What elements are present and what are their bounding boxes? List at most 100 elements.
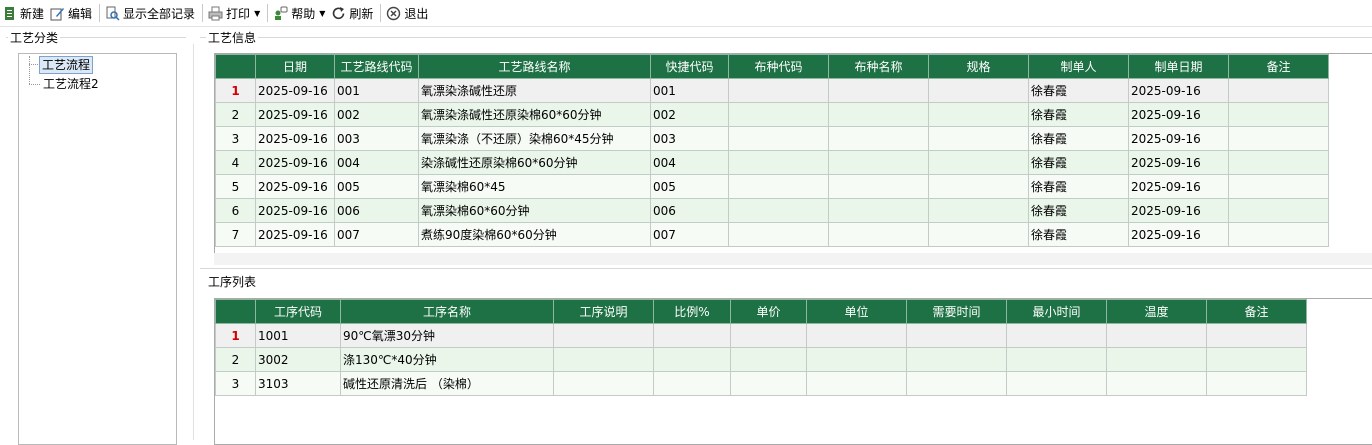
column-header[interactable]: 制单人 (1028, 54, 1129, 79)
column-header[interactable]: 日期 (255, 54, 335, 79)
cell-cloth-name[interactable] (828, 222, 929, 247)
tree-item-process-flow[interactable]: 工艺流程 (39, 56, 94, 74)
cell-maker[interactable]: 徐春霞 (1028, 222, 1129, 247)
cell-cloth-name[interactable] (828, 102, 929, 127)
cell-maker[interactable]: 徐春霞 (1028, 198, 1129, 223)
route-row[interactable]: 6 2025-09-16 006 氧漂染棉60*60分钟 006 徐春霞 2025-09-1… (215, 198, 1329, 223)
chevron-down-icon[interactable]: ▼ (254, 9, 260, 18)
column-header[interactable]: 工艺路线名称 (418, 54, 651, 79)
column-header[interactable]: 比例% (653, 299, 731, 324)
chevron-down-icon[interactable]: ▼ (319, 9, 325, 18)
help-button[interactable]: 帮助 ▼ (271, 2, 328, 24)
cell-make-date[interactable]: 2025-09-16 (1128, 126, 1229, 151)
cell-code[interactable]: 007 (334, 222, 419, 247)
column-header[interactable]: 制单日期 (1128, 54, 1229, 79)
cell-date[interactable]: 2025-09-16 (255, 102, 335, 127)
route-grid-scroll-area[interactable] (214, 253, 1372, 265)
cell-name[interactable]: 煮练90度染棉60*60分钟 (418, 222, 651, 247)
process-row[interactable]: 3 3103 碱性还原清洗后 （染棉） (215, 371, 1307, 396)
cell-note[interactable] (1228, 150, 1329, 175)
column-header[interactable]: 快捷代码 (650, 54, 729, 79)
cell-unit[interactable] (806, 347, 907, 372)
cell-maker[interactable]: 徐春霞 (1028, 150, 1129, 175)
column-header[interactable]: 温度 (1106, 299, 1207, 324)
row-number[interactable]: 4 (215, 150, 256, 175)
cell-ratio[interactable] (653, 371, 731, 396)
column-header[interactable]: 需要时间 (906, 299, 1007, 324)
cell-temp[interactable] (1106, 371, 1207, 396)
print-button[interactable]: 打印 ▼ (206, 2, 263, 24)
column-header[interactable]: 工艺路线代码 (334, 54, 419, 79)
cell-maker[interactable]: 徐春霞 (1028, 126, 1129, 151)
cell-name[interactable]: 染涤碱性还原染棉60*60分钟 (418, 150, 651, 175)
column-header[interactable]: 单位 (806, 299, 907, 324)
cell-code[interactable]: 004 (334, 150, 419, 175)
row-number[interactable]: 1 (215, 323, 256, 348)
cell-code[interactable]: 3103 (255, 371, 341, 396)
route-row[interactable]: 7 2025-09-16 007 煮练90度染棉60*60分钟 007 徐春霞 2025-0… (215, 222, 1329, 247)
cell-note[interactable] (1206, 371, 1307, 396)
column-header[interactable] (215, 54, 256, 79)
panel-splitter[interactable] (193, 44, 194, 440)
route-row[interactable]: 3 2025-09-16 003 氧漂染涤（不还原）染棉60*45分钟 003 徐春霞 20… (215, 126, 1329, 151)
cell-date[interactable]: 2025-09-16 (255, 150, 335, 175)
cell-name[interactable]: 氧漂染涤碱性还原染棉60*60分钟 (418, 102, 651, 127)
cell-note[interactable] (1228, 198, 1329, 223)
column-header[interactable]: 布种代码 (728, 54, 829, 79)
row-number[interactable]: 3 (215, 126, 256, 151)
tree-item-process-flow-2[interactable]: 工艺流程2 (41, 76, 101, 92)
cell-make-date[interactable]: 2025-09-16 (1128, 198, 1229, 223)
column-header[interactable]: 规格 (928, 54, 1029, 79)
cell-temp[interactable] (1106, 347, 1207, 372)
new-button[interactable]: 新建 (0, 2, 47, 24)
cell-maker[interactable]: 徐春霞 (1028, 102, 1129, 127)
cell-name[interactable]: 碱性还原清洗后 （染棉） (340, 371, 554, 396)
cell-min-time[interactable] (1006, 323, 1107, 348)
row-number[interactable]: 3 (215, 371, 256, 396)
cell-need-time[interactable] (906, 323, 1007, 348)
cell-name[interactable]: 氧漂染棉60*45 (418, 174, 651, 199)
cell-ratio[interactable] (653, 347, 731, 372)
cell-note[interactable] (1228, 102, 1329, 127)
cell-code[interactable]: 1001 (255, 323, 341, 348)
cell-desc[interactable] (553, 323, 654, 348)
cell-quick[interactable]: 006 (650, 198, 729, 223)
exit-button[interactable]: 退出 (384, 2, 431, 24)
cell-quick[interactable]: 001 (650, 78, 729, 103)
route-row[interactable]: 1 2025-09-16 001 氧漂染涤碱性还原 001 徐春霞 2025-09-16 (215, 78, 1329, 103)
cell-cloth-code[interactable] (728, 222, 829, 247)
cell-name[interactable]: 涤130℃*40分钟 (340, 347, 554, 372)
cell-cloth-name[interactable] (828, 78, 929, 103)
row-number[interactable]: 2 (215, 102, 256, 127)
row-number[interactable]: 6 (215, 198, 256, 223)
cell-code[interactable]: 3002 (255, 347, 341, 372)
cell-name[interactable]: 氧漂染棉60*60分钟 (418, 198, 651, 223)
cell-code[interactable]: 003 (334, 126, 419, 151)
route-row[interactable]: 4 2025-09-16 004 染涤碱性还原染棉60*60分钟 004 徐春霞 2025-… (215, 150, 1329, 175)
cell-spec[interactable] (928, 102, 1029, 127)
cell-make-date[interactable]: 2025-09-16 (1128, 222, 1229, 247)
process-row[interactable]: 2 3002 涤130℃*40分钟 (215, 347, 1307, 372)
column-header[interactable] (215, 299, 256, 324)
column-header[interactable]: 工序名称 (340, 299, 554, 324)
column-header[interactable]: 备注 (1228, 54, 1329, 79)
cell-price[interactable] (730, 347, 807, 372)
cell-name[interactable]: 氧漂染涤（不还原）染棉60*45分钟 (418, 126, 651, 151)
cell-note[interactable] (1228, 174, 1329, 199)
cell-quick[interactable]: 005 (650, 174, 729, 199)
cell-date[interactable]: 2025-09-16 (255, 222, 335, 247)
cell-quick[interactable]: 004 (650, 150, 729, 175)
cell-note[interactable] (1206, 323, 1307, 348)
cell-cloth-name[interactable] (828, 150, 929, 175)
cell-cloth-name[interactable] (828, 198, 929, 223)
cell-code[interactable]: 002 (334, 102, 419, 127)
cell-desc[interactable] (553, 347, 654, 372)
cell-maker[interactable]: 徐春霞 (1028, 78, 1129, 103)
cell-spec[interactable] (928, 198, 1029, 223)
row-number[interactable]: 2 (215, 347, 256, 372)
cell-quick[interactable]: 002 (650, 102, 729, 127)
column-header[interactable]: 布种名称 (828, 54, 929, 79)
cell-cloth-code[interactable] (728, 150, 829, 175)
category-tree[interactable]: 工艺流程 工艺流程2 (18, 53, 177, 445)
column-header[interactable]: 工序说明 (553, 299, 654, 324)
